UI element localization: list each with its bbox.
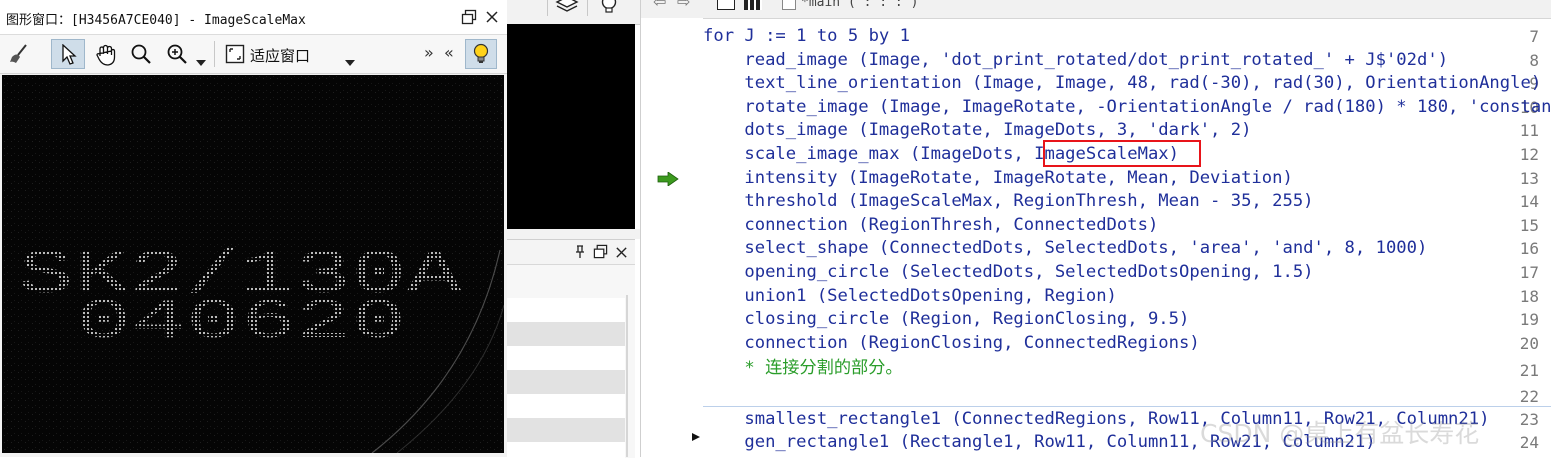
code-line[interactable]: closing_circle (Region, RegionClosing, 9…: [703, 308, 1189, 332]
line-number: 21: [1519, 361, 1539, 380]
list-item[interactable]: [507, 370, 625, 394]
list-item[interactable]: [507, 322, 625, 346]
line-number: 14: [1519, 192, 1539, 212]
clear-brush-icon[interactable]: [8, 43, 30, 65]
code-line[interactable]: threshold (ImageScaleMax, RegionThresh, …: [703, 190, 1313, 214]
pin-icon[interactable]: [573, 244, 587, 263]
image-text-line2: 040620: [76, 290, 406, 354]
line-separator: [703, 406, 1551, 407]
lightbulb-icon[interactable]: [599, 0, 619, 20]
restore-panel-icon[interactable]: [593, 244, 608, 263]
highlighted-token-box: [1043, 140, 1201, 167]
restore-window-icon[interactable]: [458, 6, 480, 28]
forward-arrow-icon[interactable]: ⇨: [677, 0, 690, 11]
line-number: 18: [1519, 286, 1539, 306]
zoom-dropdown-icon[interactable]: [196, 51, 206, 70]
program-counter-arrow-icon: [657, 171, 679, 190]
list-item[interactable]: [507, 418, 625, 442]
line-number: 16: [1519, 239, 1539, 259]
fit-window-label[interactable]: 适应窗口: [250, 45, 310, 66]
code-line[interactable]: select_shape (ConnectedDots, SelectedDot…: [703, 237, 1427, 261]
list-item[interactable]: [507, 346, 625, 370]
graphics-window-title: 图形窗口：[H3456A7CE040] - ImageScaleMax: [6, 13, 306, 28]
secondary-graphics-window[interactable]: [507, 24, 635, 229]
code-line[interactable]: union1 (SelectedDotsOpening, Region): [703, 285, 1117, 309]
code-line[interactable]: opening_circle (SelectedDots, SelectedDo…: [703, 261, 1313, 285]
variable-panel-header: [507, 240, 635, 265]
code-area[interactable]: 7 8 9 10 11 12 13 14 15 16 17 18 19 20 2…: [640, 25, 1551, 457]
graphics-window-titlebar[interactable]: 图形窗口：[H3456A7CE040] - ImageScaleMax: [0, 0, 507, 35]
line-number: 23: [1519, 410, 1539, 429]
middle-toolbar-strip: [507, 0, 640, 25]
code-line[interactable]: read_image (Image, 'dot_print_rotated/do…: [703, 49, 1448, 73]
zoom-in-icon[interactable]: [166, 43, 188, 65]
toolbar-divider: [214, 41, 215, 67]
code-line[interactable]: for J := 1 to 5 by 1: [703, 25, 910, 49]
pointer-tool-button[interactable]: [51, 39, 85, 69]
procedure-icon: [782, 0, 796, 10]
pane-separator: [507, 229, 640, 239]
code-line[interactable]: text_line_orientation (Image, Image, 48,…: [703, 72, 1541, 96]
list-item[interactable]: [507, 394, 625, 418]
hand-pan-icon[interactable]: [93, 42, 119, 68]
close-icon[interactable]: [481, 6, 503, 28]
layers-icon[interactable]: [555, 0, 579, 20]
close-panel-icon[interactable]: [615, 244, 628, 263]
insert-cursor-icon: [692, 426, 700, 445]
variable-panel-scrollbar[interactable]: [626, 295, 628, 457]
code-comment-line[interactable]: * 连接分割的部分。: [703, 357, 902, 381]
line-number: 12: [1519, 145, 1539, 164]
graphics-window: 图形窗口：[H3456A7CE040] - ImageScaleMax 适应窗口…: [0, 0, 508, 457]
line-number: 17: [1519, 263, 1539, 282]
line-number: 20: [1519, 333, 1539, 353]
list-item[interactable]: [507, 298, 625, 322]
code-line[interactable]: rotate_image (Image, ImageRotate, -Orien…: [703, 96, 1551, 120]
fit-window-icon[interactable]: [224, 43, 246, 65]
line-number: 7: [1529, 27, 1539, 46]
editor-toolbar: ⇦ ⇨ *main ( : : : ): [641, 0, 1551, 19]
code-line[interactable]: connection (RegionClosing, ConnectedRegi…: [703, 332, 1199, 356]
grid-icon[interactable]: [744, 0, 762, 10]
dot-print-image: SK2/130A 040620: [2, 75, 504, 453]
watermark: CSDN @桌上有盆长寿花: [1200, 419, 1480, 448]
magnify-icon[interactable]: [130, 43, 152, 65]
line-number: 15: [1519, 215, 1539, 235]
document-icon[interactable]: [717, 0, 735, 10]
back-arrow-icon[interactable]: ⇦: [653, 0, 666, 11]
fit-dropdown-icon[interactable]: [345, 51, 355, 70]
middle-toolbar-divider: [547, 0, 548, 16]
code-line-current[interactable]: intensity (ImageRotate, ImageRotate, Mea…: [703, 167, 1292, 191]
toolbar-collapse-button[interactable]: «: [444, 43, 454, 62]
line-number: 24: [1519, 433, 1539, 452]
list-item[interactable]: [507, 442, 625, 466]
graphics-toolbar: 适应窗口 » «: [0, 35, 507, 74]
lightbulb-toggle-button[interactable]: [465, 39, 497, 69]
middle-toolbar-divider: [587, 0, 588, 16]
line-number: 8: [1529, 50, 1539, 70]
code-line[interactable]: connection (RegionThresh, ConnectedDots): [703, 214, 1158, 238]
line-number: 11: [1519, 121, 1539, 141]
variable-panel: [507, 239, 635, 466]
procedure-tab-label[interactable]: *main ( : : : ): [801, 0, 918, 10]
line-number: 19: [1519, 310, 1539, 330]
toolbar-overflow-button[interactable]: »: [424, 43, 434, 62]
image-display-canvas[interactable]: SK2/130A 040620: [2, 75, 504, 453]
line-number: 13: [1519, 168, 1539, 188]
